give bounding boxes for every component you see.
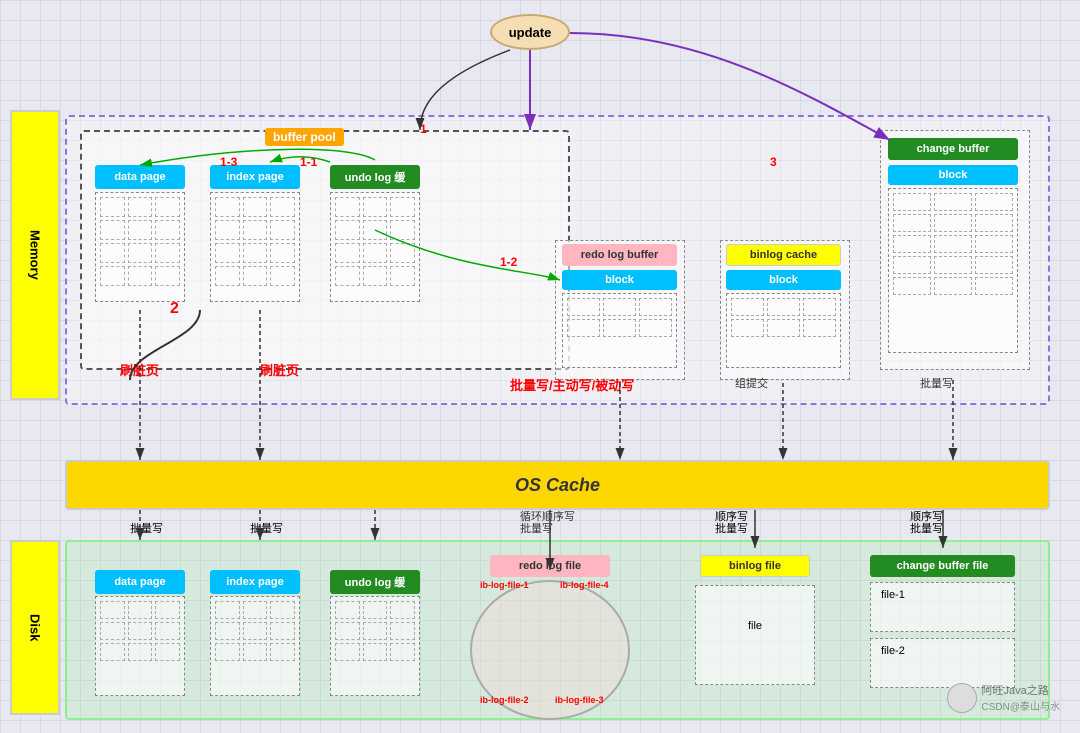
undo-log-disk-grid [330,596,420,696]
step1-label: 1 [420,122,427,136]
change-buffer-label: change buffer [888,138,1018,160]
undo-log-mem-grid [330,192,420,302]
redo-log-buffer-label: redo log buffer [562,244,677,266]
watermark-avatar [947,683,977,713]
index-page-disk-grid [210,596,300,696]
cb-file2-grid: file-2 [870,638,1015,688]
batch-write-label: 批量写/主动写/被动写 [510,375,634,394]
group-commit-label: 组提交 [735,375,768,391]
ib-log-2: ib-log-file-2 [480,695,529,705]
disk-label: Disk [28,614,43,641]
memory-zone: Memory [10,110,60,400]
redo-block-label: block [562,270,677,290]
cb-file1-grid: file-1 [870,582,1015,632]
binlog-block-label: block [726,270,841,290]
watermark-text2: CSDN@泰山与水 [982,698,1061,713]
step1-1-label: 1-1 [300,155,317,169]
batch-write-cb: 批量写 [920,375,953,391]
index-page-disk-label: index page [210,570,300,594]
data-page-mem-grid [95,192,185,302]
disk-label-batch5: 批量写 [910,520,943,536]
update-label: update [509,25,552,40]
binlog-file-grid: file [695,585,815,685]
disk-label-batch2: 批量写 [250,520,283,536]
binlog-file-label: binlog file [700,555,810,577]
binlog-block-grid [726,293,841,368]
data-page-disk-grid [95,596,185,696]
step1-2-label: 1-2 [500,255,517,269]
step1-3-label: 1-3 [220,155,237,169]
watermark-text: 阿旺Java之路 [982,682,1061,698]
ib-log-3: ib-log-file-3 [555,695,604,705]
data-page-mem-label: data page [95,165,185,189]
disk-label-batch3: 批量写 [520,520,553,536]
redo-block-grid [562,293,677,368]
data-page-disk-label: data page [95,570,185,594]
change-buffer-block-grid [888,188,1018,353]
os-cache: OS Cache [65,460,1050,510]
undo-log-disk-label: undo log 缓 [330,570,420,594]
undo-log-mem-label: undo log 缓 [330,165,420,189]
change-buffer-file-label: change buffer file [870,555,1015,577]
index-page-mem-grid [210,192,300,302]
disk-zone: Disk [10,540,60,715]
buffer-pool-label: buffer pool [265,128,344,146]
watermark: 阿旺Java之路 CSDN@泰山与水 [947,682,1061,713]
ib-log-4: ib-log-file-4 [560,580,609,590]
disk-label-batch1: 批量写 [130,520,163,536]
binlog-cache-label: binlog cache [726,244,841,266]
memory-label: Memory [28,230,43,280]
step2-label: 2 [170,300,179,318]
disk-label-batch4: 批量写 [715,520,748,536]
redo-log-file-label: redo log file [490,555,610,577]
flush-dirty2: 刷脏页 [260,360,299,379]
diagram-container: update Memory buffer pool data page inde… [0,0,1080,733]
flush-dirty1: 刷脏页 [120,360,159,379]
ib-log-1: ib-log-file-1 [480,580,529,590]
update-node: update [490,14,570,50]
change-buffer-block-label: block [888,165,1018,185]
step3-label: 3 [770,155,777,169]
